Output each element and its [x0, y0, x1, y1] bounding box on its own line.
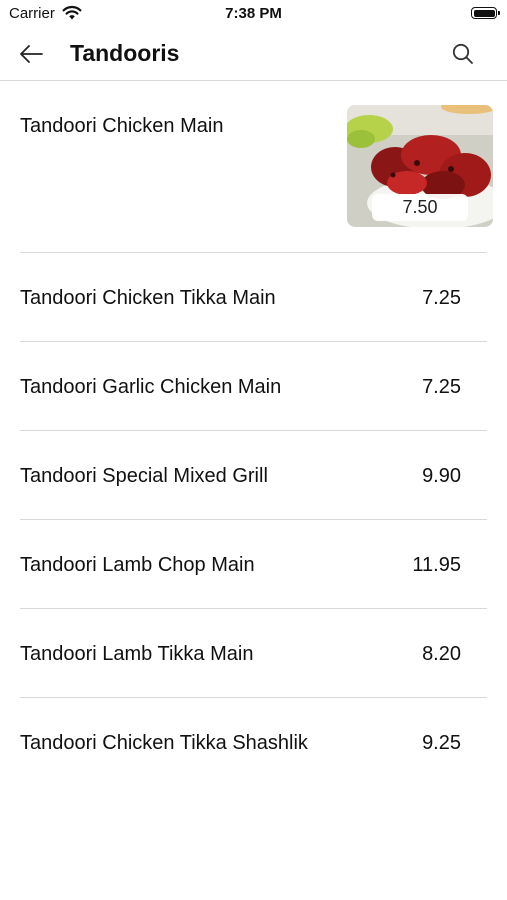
- menu-item-price: 9.90: [422, 465, 461, 487]
- menu-item[interactable]: Tandoori Chicken Tikka Main 7.25: [20, 253, 487, 342]
- menu-list: Tandoori Chicken Main 7.50 Tandoori Chic…: [0, 81, 507, 786]
- menu-item-price: 8.20: [422, 643, 461, 665]
- menu-item[interactable]: Tandoori Chicken Tikka Shashlik 9.25: [20, 698, 487, 786]
- menu-item[interactable]: Tandoori Lamb Chop Main 11.95: [20, 520, 487, 609]
- menu-item-featured[interactable]: Tandoori Chicken Main 7.50: [20, 81, 493, 253]
- menu-item-name: Tandoori Chicken Tikka Shashlik: [20, 732, 308, 754]
- menu-item-price: 7.50: [372, 194, 468, 221]
- menu-item-name: Tandoori Lamb Tikka Main: [20, 643, 254, 665]
- navigation-bar: Tandooris: [0, 28, 507, 81]
- menu-item-name: Tandoori Chicken Tikka Main: [20, 287, 276, 309]
- menu-item[interactable]: Tandoori Special Mixed Grill 9.90: [20, 431, 487, 520]
- menu-item-name: Tandoori Chicken Main: [20, 115, 224, 137]
- menu-item-price: 9.25: [422, 732, 461, 754]
- menu-item-name: Tandoori Garlic Chicken Main: [20, 376, 282, 398]
- menu-item-price: 11.95: [412, 554, 461, 576]
- back-arrow-icon[interactable]: [16, 40, 48, 68]
- menu-item-price: 7.25: [422, 376, 461, 398]
- menu-item[interactable]: Tandoori Lamb Tikka Main 8.20: [20, 609, 487, 698]
- status-time: 7:38 PM: [225, 5, 282, 22]
- menu-item-name: Tandoori Special Mixed Grill: [20, 465, 268, 487]
- menu-item[interactable]: Tandoori Garlic Chicken Main 7.25: [20, 342, 487, 431]
- menu-item-photo: 7.50: [347, 105, 493, 227]
- status-bar: Carrier 7:38 PM: [0, 0, 507, 28]
- search-icon[interactable]: [449, 40, 477, 68]
- page-title: Tandooris: [70, 40, 180, 66]
- menu-item-name: Tandoori Lamb Chop Main: [20, 554, 255, 576]
- battery-icon: [471, 7, 500, 19]
- menu-item-price: 7.25: [422, 287, 461, 309]
